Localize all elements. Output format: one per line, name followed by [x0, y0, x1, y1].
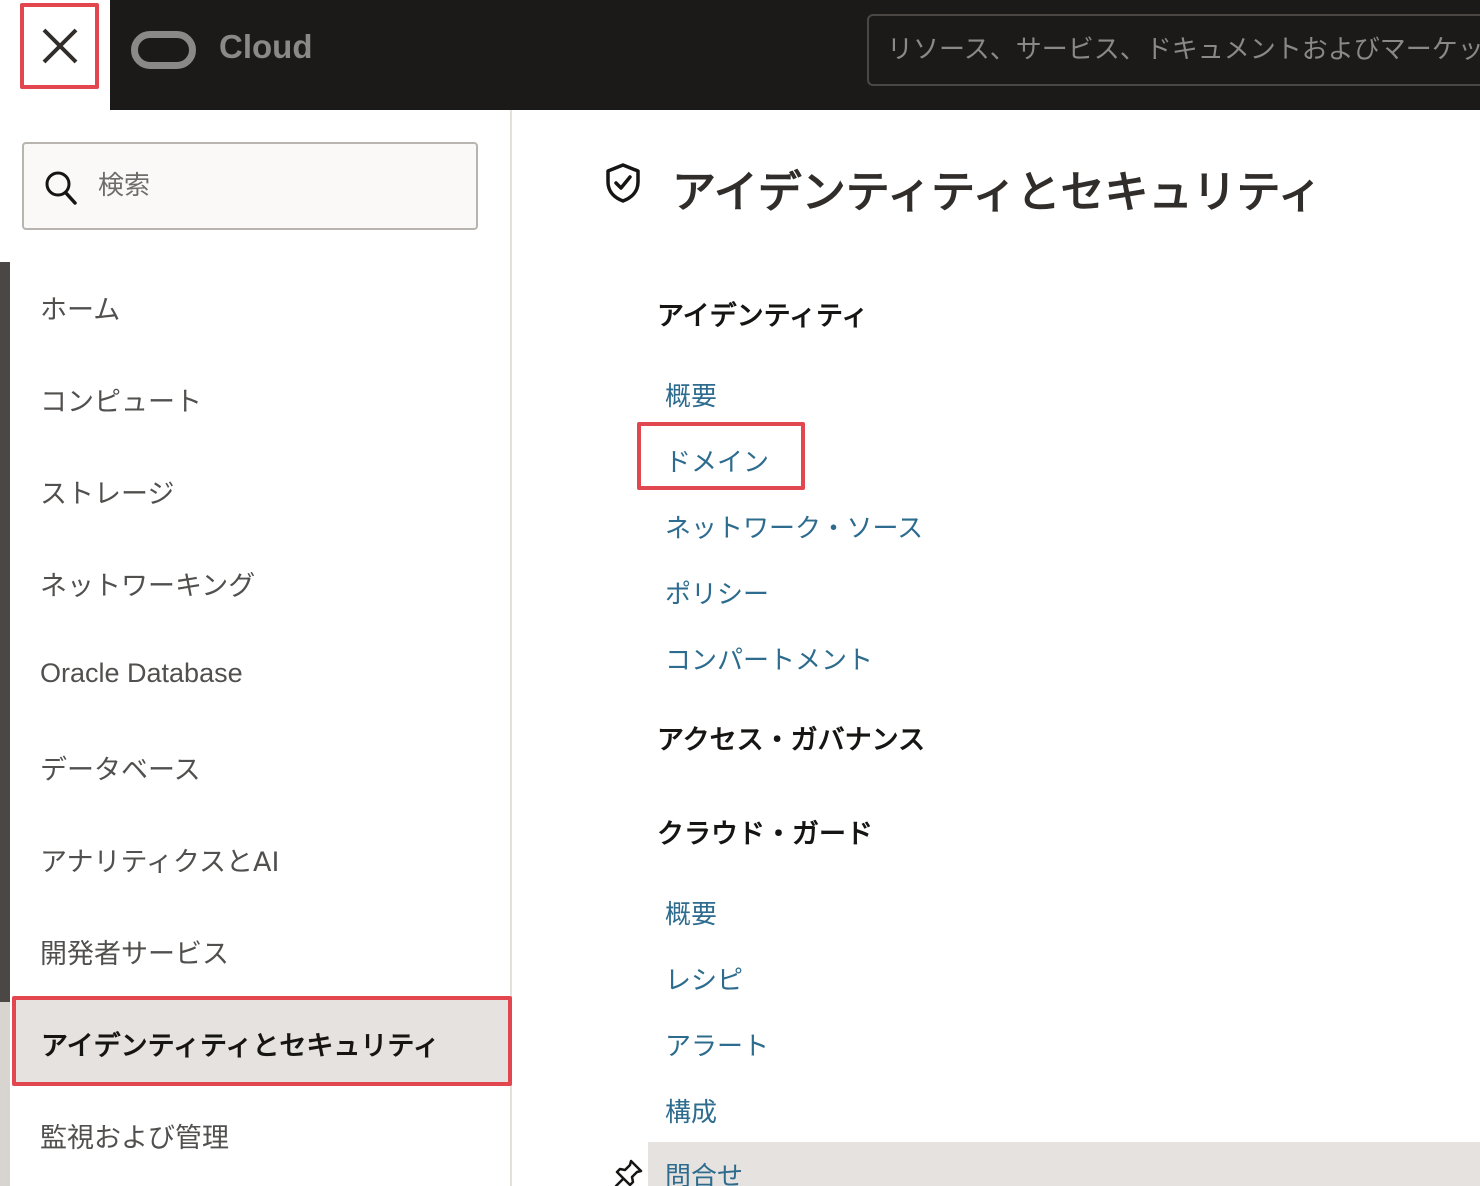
section-heading-identity: アイデンティティ: [657, 301, 869, 332]
link-configuration[interactable]: 構成: [665, 1092, 717, 1129]
shield-check-icon: [606, 163, 640, 203]
section-heading-cloud-guard: クラウド・ガード: [657, 819, 873, 850]
oracle-logo-icon[interactable]: [131, 31, 196, 69]
link-cloud-guard-overview[interactable]: 概要: [665, 894, 717, 931]
navigation-sidebar: ホーム コンピュート ストレージ ネットワーキング Oracle Databas…: [0, 110, 512, 1186]
sidebar-item-observability-management[interactable]: 監視および管理: [40, 1116, 229, 1155]
sidebar-item-identity-security[interactable]: アイデンティティとセキュリティ: [12, 996, 512, 1086]
link-identity-overview[interactable]: 概要: [665, 376, 717, 413]
pin-icon[interactable]: [614, 1158, 644, 1186]
global-search-input[interactable]: [867, 14, 1480, 86]
sidebar-item-oracle-database[interactable]: Oracle Database: [40, 658, 243, 689]
top-bar: Cloud: [0, 0, 1480, 110]
hovered-row[interactable]: 問合せ: [648, 1142, 1480, 1186]
search-icon: [45, 171, 77, 205]
link-policies[interactable]: ポリシー: [665, 574, 769, 611]
link-compartments[interactable]: コンパートメント: [665, 640, 873, 677]
sidebar-item-home[interactable]: ホーム: [40, 288, 120, 327]
logo-text[interactable]: Cloud: [219, 28, 312, 66]
scrollbar-thumb[interactable]: [0, 262, 10, 1002]
link-query[interactable]: 問合せ: [665, 1156, 743, 1186]
sidebar-item-storage[interactable]: ストレージ: [40, 472, 174, 511]
sidebar-item-compute[interactable]: コンピュート: [40, 380, 202, 419]
sidebar-item-label: アイデンティティとセキュリティ: [41, 1031, 440, 1062]
sidebar-search[interactable]: [22, 142, 478, 230]
link-recipes[interactable]: レシピ: [665, 960, 743, 997]
section-heading-access-governance[interactable]: アクセス・ガバナンス: [657, 718, 925, 757]
close-area: [0, 0, 110, 110]
page-title: アイデンティティとセキュリティ: [672, 167, 1322, 218]
domains-highlight: [637, 422, 805, 490]
sidebar-item-developer-services[interactable]: 開発者サービス: [40, 932, 229, 971]
link-network-sources[interactable]: ネットワーク・ソース: [665, 508, 923, 545]
close-menu-button[interactable]: [20, 3, 99, 89]
sidebar-item-analytics-ai[interactable]: アナリティクスとAI: [40, 840, 279, 879]
link-alerts[interactable]: アラート: [665, 1026, 769, 1063]
sidebar-item-databases[interactable]: データベース: [40, 748, 201, 787]
close-icon: [42, 28, 77, 64]
sidebar-search-input[interactable]: [98, 158, 458, 214]
sidebar-item-networking[interactable]: ネットワーキング: [40, 564, 255, 603]
main-panel: アイデンティティとセキュリティ アイデンティティ 概要 ドメイン ネットワーク・…: [512, 110, 1480, 1186]
